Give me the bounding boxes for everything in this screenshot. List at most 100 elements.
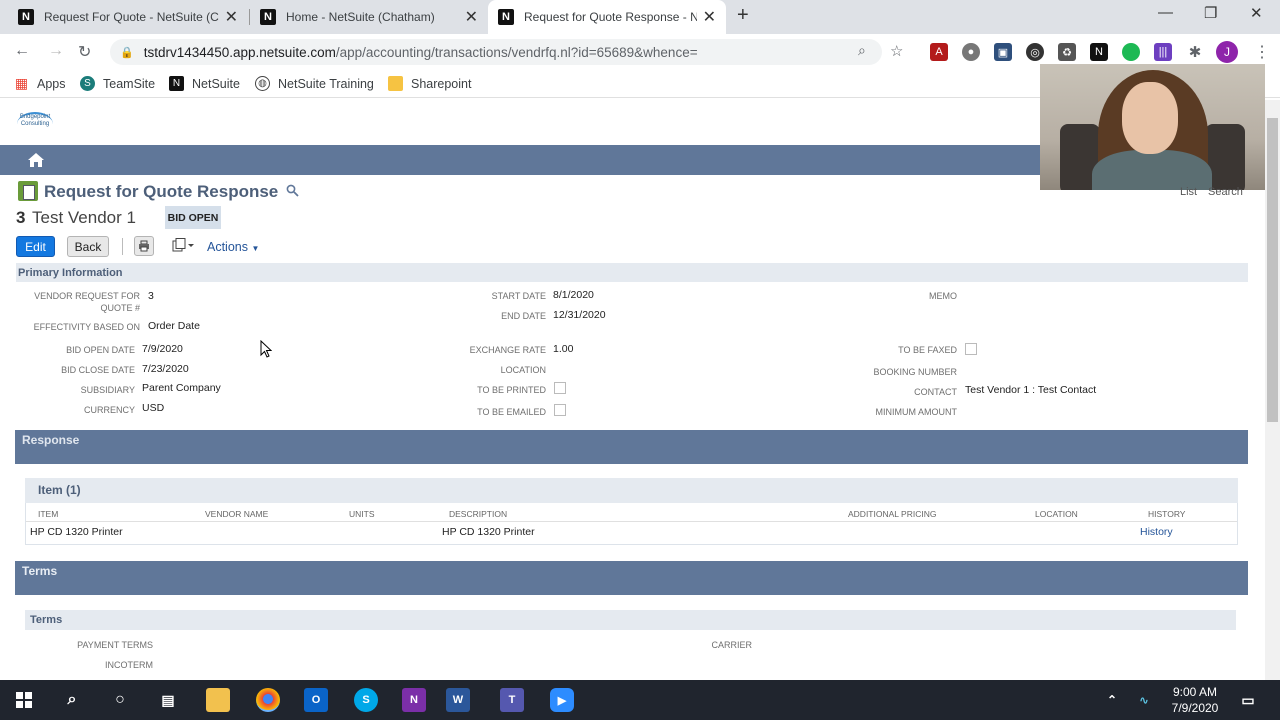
close-window-icon[interactable]: ✕ (1250, 4, 1263, 22)
to-be-faxed-label: TO BE FAXED (898, 345, 957, 355)
pdf-extension-icon[interactable]: A (930, 43, 948, 61)
extension-icon[interactable]: ♻ (1058, 43, 1076, 61)
search-icon[interactable] (286, 184, 299, 200)
column-header[interactable]: LOCATION (1035, 509, 1078, 519)
notifications-icon[interactable]: ▭ (1236, 688, 1260, 712)
extension-icon[interactable]: ▣ (994, 43, 1012, 61)
exchange-rate-label: EXCHANGE RATE (469, 345, 546, 355)
zoom-app-icon[interactable]: ▶ (550, 688, 574, 712)
close-tab-icon[interactable]: ✕ (465, 7, 478, 27)
column-header[interactable]: HISTORY (1148, 509, 1185, 519)
extension-icon[interactable] (1122, 43, 1140, 61)
carrier-label: CARRIER (711, 640, 752, 650)
browser-tab-rfq-response[interactable]: N Request for Quote Response - N ✕ (488, 0, 726, 34)
extensions-puzzle-icon[interactable]: ✱ (1186, 43, 1204, 61)
outlook-icon[interactable]: O (304, 688, 328, 712)
netsuite-extension-icon[interactable]: N (1090, 43, 1108, 61)
browser-tab-home[interactable]: N Home - NetSuite (Chatham) ✕ (250, 0, 488, 34)
close-tab-icon[interactable]: ✕ (225, 7, 238, 27)
url-input[interactable]: 🔒 tstdrv1434450.app.netsuite.com/app/acc… (110, 39, 882, 65)
tab-items[interactable]: Item (1) (38, 483, 81, 497)
memo-label: MEMO (929, 291, 957, 301)
browser-tab-rfq[interactable]: N Request For Quote - NetSuite (Cl ✕ (8, 0, 248, 34)
start-date-label: START DATE (491, 291, 546, 301)
netsuite-nav-bar (0, 145, 1040, 175)
copy-dropdown-icon[interactable] (172, 238, 194, 255)
netsuite-icon: N (169, 76, 184, 91)
bookmark-label: NetSuite (192, 76, 240, 91)
chrome-icon[interactable] (256, 688, 280, 712)
record-name: Test Vendor 1 (32, 208, 136, 227)
vendor-request-label: VENDOR REQUEST FOR QUOTE # (34, 291, 140, 313)
to-be-faxed-checkbox[interactable] (965, 343, 977, 355)
cortana-icon[interactable]: ○ (108, 688, 132, 712)
scrollbar-thumb[interactable] (1267, 118, 1278, 422)
search-link[interactable]: Search (1208, 186, 1243, 198)
to-be-printed-label: TO BE PRINTED (477, 385, 546, 395)
bookmark-netsuite-training[interactable]: ◍ NetSuite Training (255, 76, 374, 91)
search-icon[interactable]: ⌕ (60, 688, 84, 712)
reload-icon[interactable]: ↻ (78, 42, 91, 62)
company-logo[interactable]: Bridgepoint Consulting (17, 112, 53, 136)
column-header[interactable]: ITEM (38, 509, 58, 519)
edit-button[interactable]: Edit (16, 236, 55, 257)
clock-time: 9:00 AM (1172, 685, 1218, 699)
terms-section-header[interactable]: Terms (15, 561, 1248, 595)
minimize-icon[interactable]: — (1158, 4, 1173, 21)
bid-close-date-value: 7/23/2020 (142, 363, 189, 375)
extension-icon[interactable]: ● (962, 43, 980, 61)
word-icon[interactable]: W (446, 688, 470, 712)
transaction-record-icon (18, 181, 38, 201)
teams-icon[interactable]: T (500, 688, 524, 712)
globe-icon: ◍ (255, 76, 270, 91)
list-link[interactable]: List (1180, 186, 1197, 198)
column-header[interactable]: VENDOR NAME (205, 509, 268, 519)
to-be-printed-checkbox[interactable] (554, 382, 566, 394)
close-tab-icon[interactable]: ✕ (703, 7, 716, 27)
home-icon[interactable] (22, 151, 50, 169)
network-icon[interactable]: ∿ (1132, 688, 1156, 712)
bookmark-sharepoint[interactable]: Sharepoint (388, 76, 471, 91)
response-section-header[interactable]: Response (15, 430, 1248, 464)
to-be-emailed-checkbox[interactable] (554, 404, 566, 416)
task-view-icon[interactable]: ▤ (156, 688, 180, 712)
primary-information-header[interactable]: Primary Information (16, 263, 1248, 282)
to-be-emailed-label: TO BE EMAILED (477, 407, 546, 417)
file-explorer-icon[interactable] (206, 688, 230, 712)
onenote-icon[interactable]: N (402, 688, 426, 712)
new-tab-icon[interactable]: + (737, 4, 749, 27)
zoom-icon[interactable]: ⌕ (858, 42, 866, 59)
print-icon[interactable] (134, 236, 154, 256)
skype-icon[interactable]: S (354, 688, 378, 712)
chevron-up-icon[interactable]: ⌃ (1100, 688, 1124, 712)
forward-arrow-icon[interactable]: → (48, 42, 64, 60)
netsuite-icon: N (498, 9, 514, 25)
back-arrow-icon[interactable]: ← (14, 42, 30, 60)
response-heading: Response (22, 433, 80, 447)
extension-icon[interactable]: ◎ (1026, 43, 1044, 61)
lock-icon: 🔒 (120, 46, 134, 59)
column-header[interactable]: ADDITIONAL PRICING (848, 509, 936, 519)
currency-label: CURRENCY (83, 405, 135, 415)
history-link[interactable]: History (1140, 526, 1173, 538)
menu-kebab-icon[interactable]: ⋮ (1254, 42, 1270, 62)
booking-number-label: BOOKING NUMBER (873, 367, 957, 377)
windows-start-icon[interactable] (12, 688, 36, 712)
contact-value[interactable]: Test Vendor 1 : Test Contact (965, 384, 1096, 396)
bookmark-teamsite[interactable]: S TeamSite (80, 76, 155, 91)
extension-icon[interactable]: ||| (1154, 43, 1172, 61)
minimum-amount-label: MINIMUM AMOUNT (875, 407, 958, 417)
back-button[interactable]: Back (67, 236, 109, 257)
bookmark-apps[interactable]: ▦ Apps (14, 75, 66, 91)
taskbar-clock[interactable]: 9:00 AM 7/9/2020 (1160, 684, 1230, 716)
profile-avatar[interactable]: J (1216, 41, 1238, 63)
column-header[interactable]: DESCRIPTION (449, 509, 507, 519)
bookmark-netsuite[interactable]: N NetSuite (169, 76, 240, 91)
restore-icon[interactable]: ❐ (1204, 4, 1217, 22)
items-tab-bar (25, 478, 1238, 503)
column-header[interactable]: UNITS (349, 509, 375, 519)
terms-subheading[interactable]: Terms (30, 614, 62, 626)
bookmark-star-icon[interactable]: ☆ (890, 42, 903, 60)
actions-menu[interactable]: Actions ▼ (207, 240, 259, 254)
tab-title: Request For Quote - NetSuite (Cl (44, 10, 219, 24)
